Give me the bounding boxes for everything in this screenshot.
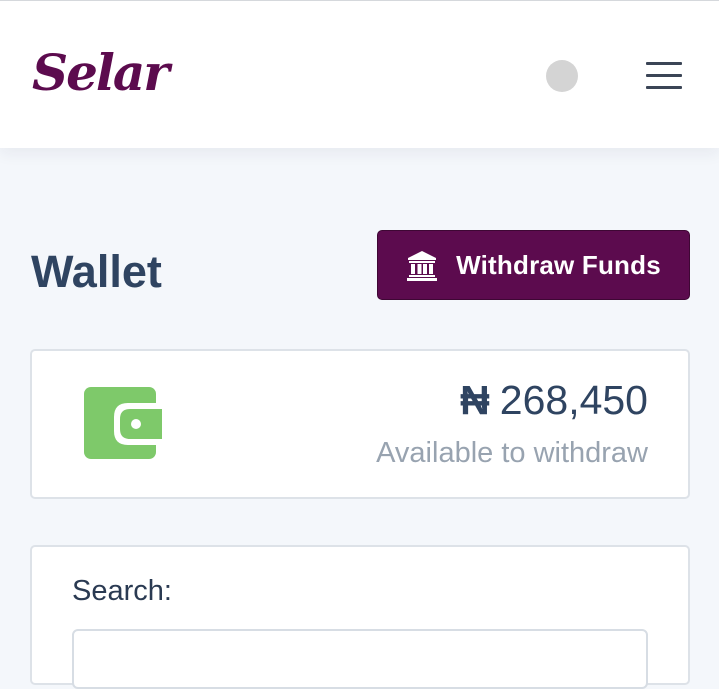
search-label: Search: [72, 575, 172, 607]
search-card: Search: [30, 545, 690, 689]
wallet-balance-card: ₦ 268,450 Available to withdraw [30, 349, 690, 499]
withdraw-funds-label: Withdraw Funds [456, 249, 661, 280]
top-header: Selar [0, 0, 719, 148]
balance-caption: Available to withdraw [376, 437, 648, 469]
balance-amount: ₦ 268,450 [460, 375, 648, 425]
page-title: Wallet [31, 246, 162, 297]
balance-value: 268,450 [499, 377, 648, 423]
withdraw-funds-button[interactable]: Withdraw Funds [377, 230, 690, 300]
currency-symbol: ₦ [460, 377, 490, 423]
bank-icon [407, 251, 438, 281]
hamburger-menu-icon[interactable] [640, 59, 688, 93]
user-avatar[interactable] [546, 60, 578, 92]
selar-logo[interactable]: Selar [32, 43, 170, 103]
wallet-icon [84, 387, 162, 459]
search-input[interactable] [72, 629, 648, 689]
